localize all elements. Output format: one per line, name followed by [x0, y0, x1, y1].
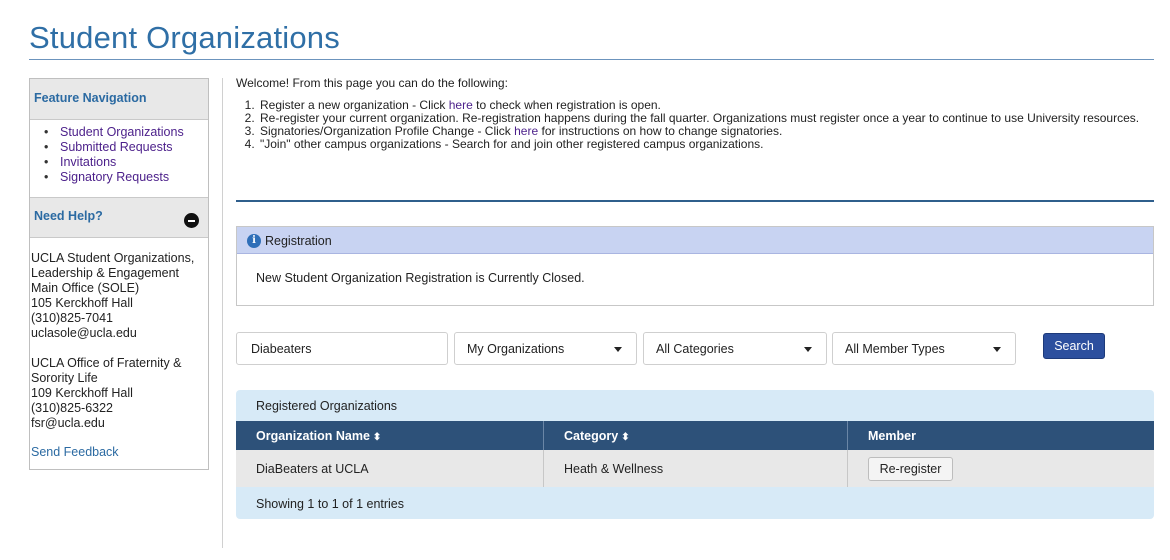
organization-name-cell: DiaBeaters at UCLA	[236, 450, 544, 487]
collapse-minus-icon[interactable]	[184, 213, 199, 228]
instructions-list: Register a new organization - Click here…	[236, 99, 1154, 151]
registered-organizations-table: Registered Organizations Organization Na…	[236, 390, 1154, 519]
help-line: fsr@ucla.edu	[31, 416, 105, 430]
column-label: Member	[868, 429, 916, 443]
help-contacts: UCLA Student Organizations, Leadership &…	[30, 238, 208, 460]
registration-heading: Registration	[265, 233, 332, 248]
column-label: Category	[564, 429, 619, 443]
help-line: UCLA Office of Fraternity &	[31, 356, 182, 370]
intro-divider	[236, 200, 1154, 202]
member-cell: Re-register	[848, 450, 1154, 487]
instruction-text: to check when registration is open.	[472, 98, 661, 112]
instruction-text: Re-register your current organization. R…	[260, 111, 1140, 125]
category-filter-value: All Categories	[656, 342, 734, 356]
help-line: Sorority Life	[31, 371, 98, 385]
sidebar-item-submitted-requests: Submitted Requests	[44, 140, 208, 155]
column-header-category[interactable]: Category ⬍	[544, 421, 848, 450]
help-contact-sole: UCLA Student Organizations, Leadership &…	[31, 251, 206, 341]
column-divider	[222, 78, 223, 548]
registration-status-message: New Student Organization Registration is…	[256, 271, 585, 285]
sidebar-link-signatory-requests[interactable]: Signatory Requests	[60, 170, 169, 184]
member-type-filter-select[interactable]: All Member Types	[832, 332, 1016, 365]
instruction-text: Register a new organization - Click	[260, 98, 449, 112]
organization-filter-select[interactable]: My Organizations	[454, 332, 637, 365]
page-title: Student Organizations	[29, 20, 340, 55]
feature-navigation-list: Student Organizations Submitted Requests…	[30, 120, 208, 198]
help-line: UCLA Student Organizations,	[31, 251, 195, 265]
organization-search-input[interactable]	[236, 332, 448, 365]
table-title: Registered Organizations	[236, 390, 1154, 421]
need-help-label: Need Help?	[34, 209, 103, 223]
welcome-section: Welcome! From this page you can do the f…	[236, 77, 1154, 151]
sidebar-link-submitted-requests[interactable]: Submitted Requests	[60, 140, 173, 154]
sort-icon: ⬍	[372, 432, 382, 443]
info-icon: i	[247, 233, 261, 248]
instruction-text: for instructions on how to change signat…	[538, 124, 783, 138]
help-line: 109 Kerckhoff Hall	[31, 386, 133, 400]
column-header-organization-name[interactable]: Organization Name ⬍	[236, 421, 544, 450]
welcome-text: Welcome! From this page you can do the f…	[236, 76, 508, 90]
help-contact-fsl: UCLA Office of Fraternity & Sorority Lif…	[31, 356, 206, 431]
table-entries-info: Showing 1 to 1 of 1 entries	[236, 487, 1154, 519]
registration-open-link[interactable]: here	[449, 98, 473, 112]
help-line: 105 Kerckhoff Hall	[31, 296, 133, 310]
re-register-button[interactable]: Re-register	[868, 457, 953, 481]
title-divider	[29, 59, 1154, 60]
need-help-heading: Need Help?	[30, 198, 208, 238]
category-filter-select[interactable]: All Categories	[643, 332, 827, 365]
registration-panel: i Registration New Student Organization …	[236, 226, 1154, 306]
instruction-item: "Join" other campus organizations - Sear…	[258, 138, 1154, 151]
column-label: Organization Name	[256, 429, 370, 443]
chevron-down-icon	[993, 347, 1001, 352]
instruction-text: Signatories/Organization Profile Change …	[260, 124, 515, 138]
help-line: Leadership & Engagement	[31, 266, 180, 280]
sidebar-item-student-organizations: Student Organizations	[44, 125, 208, 140]
organization-filter-value: My Organizations	[467, 342, 565, 356]
column-header-member: Member	[848, 421, 1154, 450]
help-line: uclasole@ucla.edu	[31, 326, 137, 340]
help-line: (310)825-6322	[31, 401, 114, 415]
registration-panel-header: i Registration	[237, 227, 1153, 254]
category-cell: Heath & Wellness	[544, 450, 848, 487]
chevron-down-icon	[804, 347, 812, 352]
sort-icon: ⬍	[621, 432, 630, 443]
sidebar: Feature Navigation Student Organizations…	[29, 78, 209, 470]
feature-navigation-heading: Feature Navigation	[30, 79, 208, 120]
sidebar-link-invitations[interactable]: Invitations	[60, 155, 116, 169]
member-type-filter-value: All Member Types	[845, 342, 945, 356]
instruction-text: "Join" other campus organizations - Sear…	[260, 137, 764, 151]
sidebar-link-student-organizations[interactable]: Student Organizations	[60, 125, 184, 139]
sidebar-item-signatory-requests: Signatory Requests	[44, 170, 208, 185]
table-header-row: Organization Name ⬍ Category ⬍ Member	[236, 421, 1154, 450]
table-row: DiaBeaters at UCLA Heath & Wellness Re-r…	[236, 450, 1154, 487]
send-feedback-link[interactable]: Send Feedback	[31, 445, 206, 460]
signatories-instructions-link[interactable]: here	[514, 124, 538, 138]
help-line: Main Office (SOLE)	[31, 281, 140, 295]
help-line: (310)825-7041	[31, 311, 114, 325]
sidebar-item-invitations: Invitations	[44, 155, 208, 170]
chevron-down-icon	[614, 347, 622, 352]
search-button[interactable]: Search	[1043, 333, 1105, 359]
